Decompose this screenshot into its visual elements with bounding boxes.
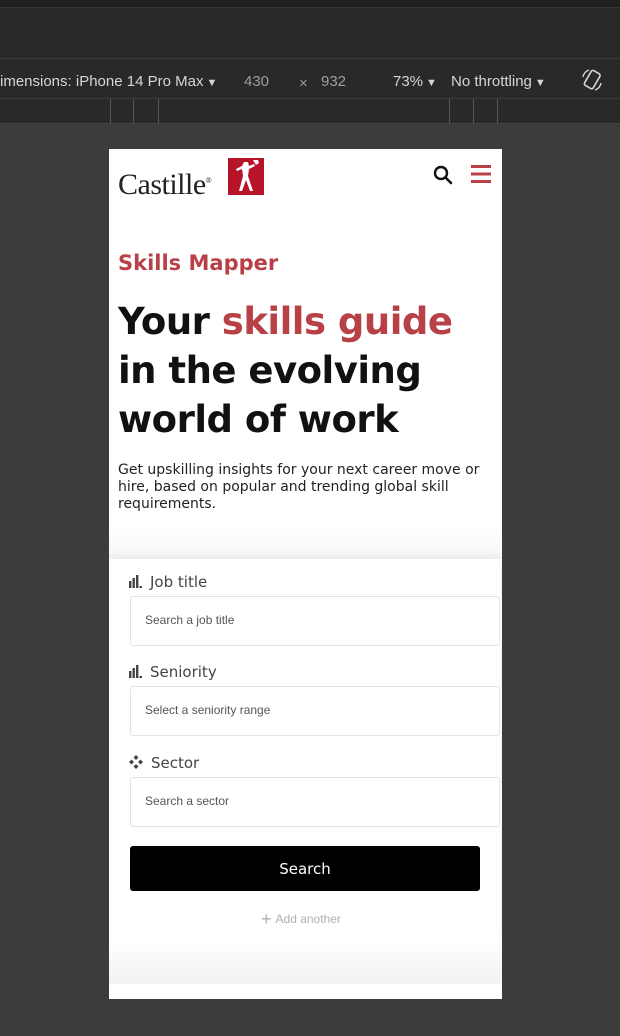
throttling-selector[interactable]: No throttling ▼ xyxy=(451,73,546,90)
hero-headline: Your skills guide in the evolving world … xyxy=(118,297,498,444)
hero-intro: Get upskilling insights for your next ca… xyxy=(118,462,480,512)
headline-accent: skills guide xyxy=(221,300,453,343)
media-query-ruler xyxy=(0,98,620,124)
headline-prefix: Your xyxy=(118,300,222,343)
rotate-icon[interactable] xyxy=(581,68,603,92)
sector-input[interactable] xyxy=(131,778,485,824)
plus-icon: + xyxy=(261,909,272,929)
search-form-card: Job title Seniority Sector Search +Add a… xyxy=(109,559,501,939)
seniority-input[interactable] xyxy=(131,687,485,733)
seniority-field[interactable] xyxy=(130,686,500,736)
logo-figure-icon xyxy=(228,158,264,195)
ruler-tick xyxy=(110,99,111,123)
add-another-label: Add another xyxy=(275,912,341,926)
sector-label: Sector xyxy=(129,754,199,772)
ruler-tick xyxy=(449,99,450,123)
zoom-caret-icon: ▼ xyxy=(426,77,437,89)
device-viewport: Castille® Skills Mapper Your skills guid… xyxy=(109,149,502,999)
bar-chart-icon xyxy=(129,575,142,588)
headline-suffix: in the evolving world of work xyxy=(118,349,422,441)
sector-field[interactable] xyxy=(130,777,500,827)
ruler-tick xyxy=(158,99,159,123)
job-title-label-text: Job title xyxy=(150,573,208,591)
seniority-label: Seniority xyxy=(129,663,217,681)
device-caret-icon: ▼ xyxy=(206,77,218,89)
devtools-tab-bar xyxy=(0,7,620,58)
job-title-field[interactable] xyxy=(130,596,500,646)
search-button[interactable]: Search xyxy=(130,846,480,891)
width-input[interactable]: 430 xyxy=(244,73,269,90)
logo-text: Castille xyxy=(118,168,206,201)
job-title-label: Job title xyxy=(129,573,207,591)
bar-chart-icon xyxy=(129,665,142,678)
device-name: imensions: iPhone 14 Pro Max xyxy=(0,73,204,90)
seniority-label-text: Seniority xyxy=(150,663,217,681)
zoom-selector[interactable]: 73% ▼ xyxy=(393,73,437,90)
skills-mapper-eyebrow: Skills Mapper xyxy=(118,251,279,275)
logo-registered-mark: ® xyxy=(205,176,212,185)
job-title-input[interactable] xyxy=(131,597,485,643)
add-another-link[interactable]: + Add another xyxy=(261,909,341,930)
section-divider xyxy=(109,529,502,559)
ruler-tick xyxy=(133,99,134,123)
device-selector[interactable]: imensions: iPhone 14 Pro Max ▼ xyxy=(0,73,217,90)
logo-wordmark: Castille® xyxy=(118,168,212,202)
diamond-cluster-icon xyxy=(129,755,143,769)
zoom-value: 73% xyxy=(393,73,424,90)
ruler-tick xyxy=(497,99,498,123)
sector-label-text: Sector xyxy=(151,754,200,772)
height-input[interactable]: 932 xyxy=(321,73,346,90)
search-icon[interactable] xyxy=(433,165,453,185)
section-divider-bottom xyxy=(109,939,502,984)
times-icon: × xyxy=(299,75,308,92)
browser-top-strip xyxy=(0,0,620,7)
device-toolbar: imensions: iPhone 14 Pro Max ▼ 430 × 932 … xyxy=(0,58,620,99)
ruler-tick xyxy=(473,99,474,123)
throttling-caret-icon: ▼ xyxy=(534,77,546,89)
throttling-value: No throttling xyxy=(451,73,532,90)
hamburger-menu-icon[interactable] xyxy=(470,163,492,185)
